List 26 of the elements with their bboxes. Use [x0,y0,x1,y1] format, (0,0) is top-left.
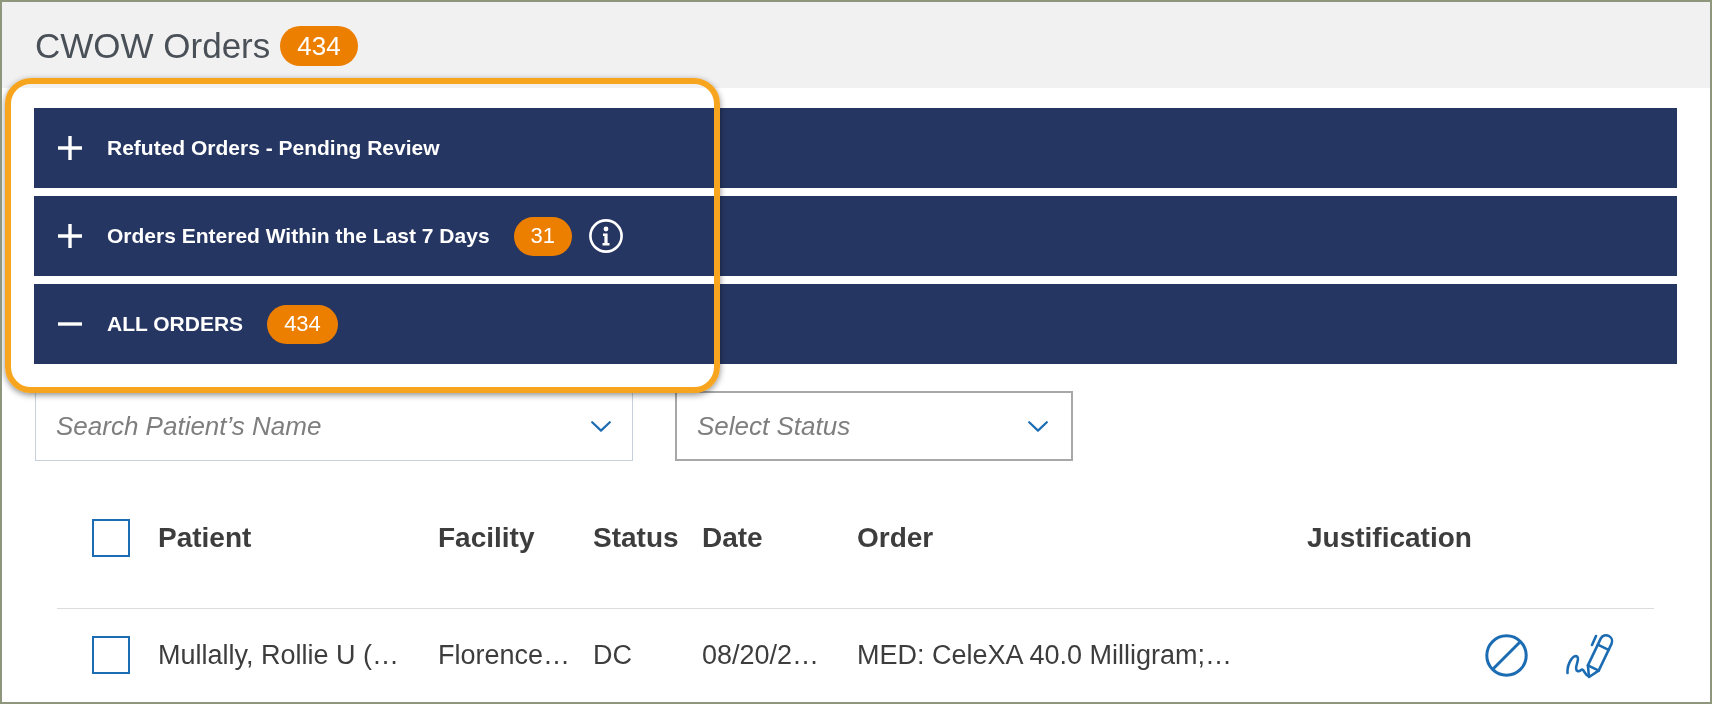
section-header[interactable]: Refuted Orders - Pending Review [34,108,1677,188]
section-header[interactable]: Orders Entered Within the Last 7 Days 31 [34,196,1677,276]
column-header: Date [702,521,763,554]
count-badge: 31 [513,216,573,256]
status-select-field[interactable]: Select Status [675,391,1073,461]
table-cell: DC [593,639,632,671]
page-title: CWOW Orders [35,26,271,66]
table-cell: 08/20/2… [702,639,820,671]
checkbox[interactable] [92,518,130,557]
checkbox[interactable] [92,636,130,674]
table-cell: Florence… [438,639,571,671]
count-badge: 434 [280,26,358,66]
table-cell: Mullally, Rollie U (… [158,639,400,671]
column-header: Order [857,521,934,554]
column-header: Facility [438,521,535,554]
search-field[interactable]: Search Patient’s Name [35,391,633,461]
info-icon[interactable] [589,219,624,253]
column-header: Patient [158,521,252,554]
count-badge: 434 [267,304,338,344]
column-header: Justification [1307,521,1472,554]
column-header: Status [593,521,679,554]
table-cell: MED: CeleXA 40.0 Milligram;… [857,639,1233,671]
prohibition-icon[interactable] [1485,633,1528,677]
chevron-down-icon[interactable] [1028,421,1048,432]
section-header[interactable]: ALL ORDERS 434 [34,284,1677,364]
chevron-down-icon[interactable] [591,421,611,432]
